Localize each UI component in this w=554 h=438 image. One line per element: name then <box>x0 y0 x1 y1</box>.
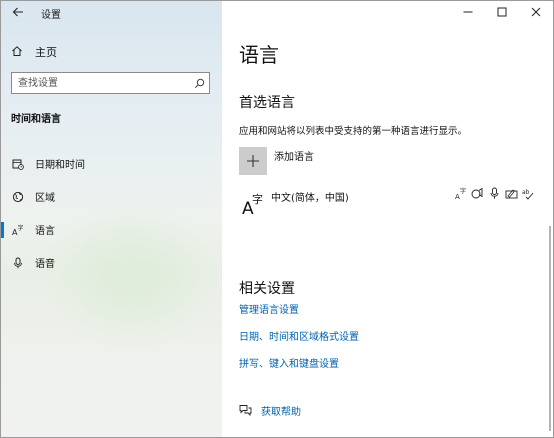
settings-window: 设置 主页 时间和语言 日期和时间 <box>0 0 554 438</box>
app-title: 设置 <box>41 9 61 21</box>
display-language-icon: A字 <box>455 187 468 200</box>
main-content: 语言 首选语言 应用和网站将以列表中受支持的第一种语言进行显示。 添加语言 A字… <box>222 1 553 437</box>
svg-text:字: 字 <box>460 187 466 195</box>
language-name: 中文(简体，中国) <box>271 193 349 204</box>
sidebar: 设置 主页 时间和语言 日期和时间 <box>1 1 222 437</box>
maximize-button[interactable] <box>485 1 519 25</box>
sidebar-item-label: 语音 <box>35 259 55 270</box>
sidebar-item-language[interactable]: A字 语言 <box>1 213 222 246</box>
language-icon: A字 <box>241 189 269 219</box>
sidebar-nav: 日期和时间 区域 A字 语言 语音 <box>1 147 222 279</box>
calendar-clock-icon <box>11 158 25 170</box>
sidebar-item-label: 主页 <box>35 46 57 59</box>
spelling-typing-keyboard-link[interactable]: 拼写、键入和键盘设置 <box>239 355 339 370</box>
sidebar-item-date-time[interactable]: 日期和时间 <box>1 147 222 180</box>
window-controls <box>451 1 553 25</box>
sidebar-item-label: 区域 <box>35 193 55 204</box>
sidebar-item-home[interactable]: 主页 <box>11 43 57 61</box>
svg-text:ab: ab <box>522 189 530 196</box>
speech-recognition-icon <box>488 187 501 200</box>
microphone-icon <box>11 257 25 269</box>
preferred-languages-description: 应用和网站将以列表中受支持的第一种语言进行显示。 <box>239 126 468 137</box>
spell-check-icon: ab <box>522 187 535 200</box>
handwriting-icon <box>505 187 518 200</box>
sidebar-item-region[interactable]: 区域 <box>1 180 222 213</box>
title-bar: 设置 <box>1 1 222 25</box>
language-icon: A字 <box>11 224 25 236</box>
language-list-item[interactable]: A字 中文(简体，中国) A字 ab <box>239 187 544 219</box>
svg-text:字: 字 <box>18 224 24 232</box>
search-icon[interactable] <box>189 78 209 89</box>
add-language-button[interactable]: 添加语言 <box>239 147 314 175</box>
manage-language-settings-link[interactable]: 管理语言设置 <box>239 301 299 316</box>
date-time-region-format-link[interactable]: 日期、时间和区域格式设置 <box>239 328 359 343</box>
search-box[interactable] <box>11 72 210 94</box>
globe-icon <box>11 191 25 203</box>
preferred-languages-heading: 首选语言 <box>239 95 295 111</box>
close-button[interactable] <box>519 1 553 25</box>
plus-icon <box>239 147 267 175</box>
minimize-button[interactable] <box>451 1 485 25</box>
text-to-speech-icon <box>471 187 484 200</box>
back-arrow-icon <box>12 6 24 21</box>
help-chat-icon <box>239 401 252 420</box>
sidebar-item-label: 语言 <box>35 226 55 237</box>
get-help-link[interactable]: 获取帮助 <box>239 401 301 420</box>
minimize-icon <box>463 7 473 20</box>
back-button[interactable] <box>1 1 35 25</box>
close-icon <box>531 7 541 20</box>
svg-text:字: 字 <box>252 192 263 206</box>
sidebar-section-title: 时间和语言 <box>11 114 61 125</box>
scrollbar[interactable] <box>549 226 551 431</box>
home-icon <box>11 45 25 60</box>
add-language-label: 添加语言 <box>274 152 314 163</box>
related-settings-heading: 相关设置 <box>239 281 295 297</box>
maximize-icon <box>497 7 507 20</box>
page-title: 语言 <box>239 43 279 67</box>
get-help-label: 获取帮助 <box>261 407 301 418</box>
search-input[interactable] <box>12 73 189 93</box>
sidebar-item-speech[interactable]: 语音 <box>1 246 222 279</box>
sidebar-item-label: 日期和时间 <box>35 160 85 171</box>
